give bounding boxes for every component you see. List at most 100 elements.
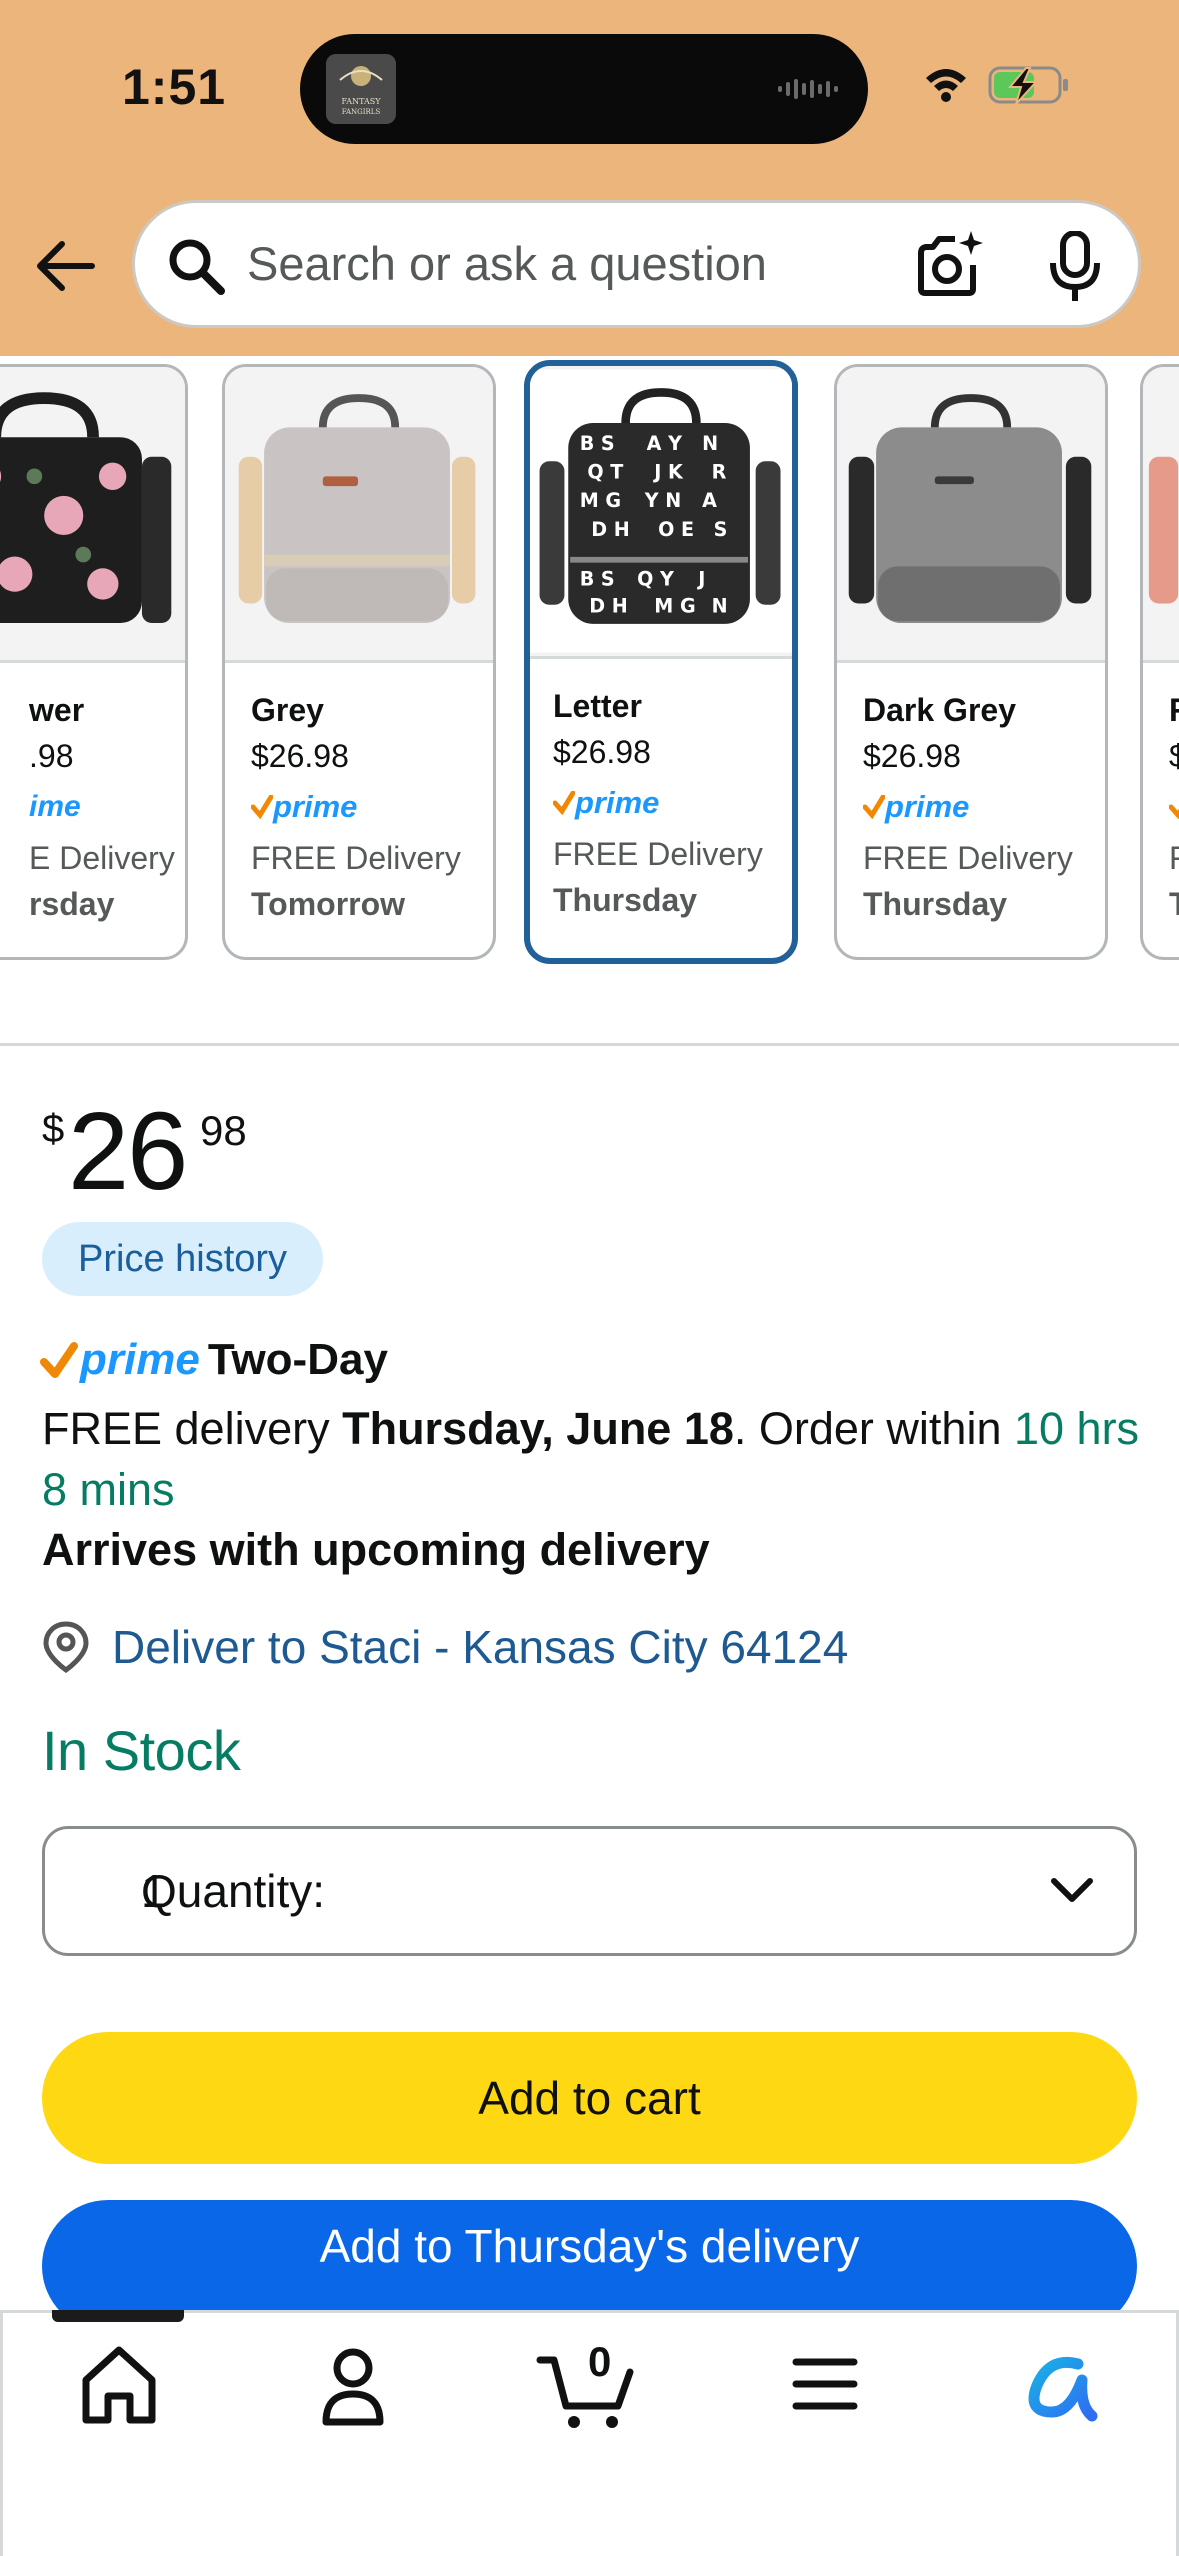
home-tab-icon[interactable] [64,2336,174,2432]
swatch-letter[interactable]: B SA YN Q TJ KR M GY NA D HO ES B SQ YJ … [524,360,798,964]
price-fraction: 98 [200,1107,247,1154]
swatch-name: F [1169,687,1179,733]
swatch-name: Dark Grey [863,692,1016,728]
swatch-day: Thursday [863,886,1008,922]
swatch-name: Letter [553,688,642,724]
prime-logo: prime [80,1335,200,1384]
swatch-dark-grey[interactable]: Dark Grey $26.98 prime FREE Delivery Thu… [834,364,1108,960]
search-input[interactable] [247,203,947,325]
deliver-to-text[interactable]: Deliver to Staci - Kansas City 64124 [112,1620,848,1674]
location-pin-icon [43,1621,89,1674]
swatch-delivery: F [1169,835,1179,881]
active-tab-indicator [52,2310,184,2322]
swatch-image [0,367,185,663]
prime-check-icon [863,795,885,819]
account-tab-icon[interactable] [298,2336,408,2432]
swatch-image [1143,367,1179,663]
prime-check-icon [40,1342,78,1378]
swatch-day: rsday [29,886,115,922]
quantity-value: 1 [141,1865,167,1917]
fantasy-fangirls-logo: FANTASY FANGIRLS [326,54,396,124]
svg-text:J: J [696,568,705,591]
dynamic-island: FANTASY FANGIRLS [300,34,868,144]
swatch-image: B SA YN Q TJ KR M GY NA D HO ES B SQ YJ … [530,366,792,659]
status-time: 1:51 [122,59,227,115]
svg-text:FANGIRLS: FANGIRLS [342,108,381,116]
search-bar[interactable] [132,200,1141,328]
rufus-ai-icon[interactable] [1008,2336,1118,2432]
product-page: 1:51 FANTASY FANGIRLS Search or ask a qu… [0,0,1179,2556]
svg-text:Q Y: Q Y [637,568,675,591]
prime-logo: prime [863,779,1073,835]
svg-text:B S: B S [580,568,615,591]
svg-text:M G: M G [580,489,621,512]
back-arrow-icon[interactable] [34,236,98,296]
prime-logo: ime [29,790,81,823]
svg-text:D H: D H [589,594,628,617]
svg-text:D H: D H [591,518,630,541]
svg-text:A Y: A Y [647,432,683,455]
swatch-delivery: E Delivery [29,840,175,876]
delivery-date: Thursday, June 18 [342,1403,734,1454]
svg-text:A: A [702,489,717,512]
swatch-price: $26.98 [251,738,349,774]
prime-check-icon [1169,804,1179,819]
header: 1:51 FANTASY FANGIRLS [0,0,1179,356]
swatch-grey[interactable]: Grey $26.98 prime FREE Delivery Tomorrow [222,364,496,960]
swatch-name: Grey [251,692,324,728]
swatch-price: $26.98 [553,734,651,770]
prime-check-icon [553,791,575,815]
swatch-image [837,367,1105,663]
audio-wave-icon [778,79,838,99]
search-icon [169,239,225,295]
chevron-down-icon [1051,1878,1093,1902]
svg-text:FANTASY: FANTASY [341,97,381,106]
quantity-label: Quantity: [141,1865,326,1917]
delivery-message: FREE delivery Thursday, June 18. Order w… [42,1403,1140,1515]
swatch-delivery: FREE Delivery [251,840,461,876]
svg-text:O E: O E [658,518,694,541]
microphone-icon[interactable] [1043,231,1107,303]
prime-check-icon [251,795,273,819]
swatch-day: Thursday [553,882,698,918]
swatch-price: .98 [29,738,74,774]
swatch-name: wer [29,692,85,728]
swatch-next[interactable]: F $ F T [1140,364,1179,960]
svg-text:Q T: Q T [587,460,623,483]
deliver-to-link[interactable]: Deliver to Staci - Kansas City 64124 [42,1612,848,1682]
menu-tab-icon[interactable] [770,2336,880,2432]
price-history-button[interactable]: Price history [42,1222,324,1296]
svg-text:N: N [712,594,728,617]
prime-two-day: prime Two-Day [40,1330,388,1390]
svg-text:B S: B S [580,432,615,455]
variant-carousel[interactable]: wer .98 ime E Delivery rsday Grey $26.98… [0,356,1179,996]
svg-text:S: S [714,518,728,541]
prime-logo [1169,779,1179,835]
prime-logo: prime [553,775,763,831]
swatch-price: $ [1169,733,1179,779]
swatch-image [225,367,493,663]
stock-status: In Stock [42,1719,241,1782]
swatch-delivery: FREE Delivery [553,836,763,872]
arrives-note: Arrives with upcoming delivery [42,1524,710,1575]
quantity-select[interactable]: Quantity: 1 [42,1826,1137,1956]
delivery-speed: Two-Day [207,1335,388,1384]
swatch-delivery: FREE Delivery [863,840,1073,876]
svg-text:J K: J K [652,460,684,483]
svg-text:Y N: Y N [644,489,681,512]
swatch-price: $26.98 [863,738,961,774]
price-whole: 26 [68,1090,188,1213]
swatch-day: T [1169,881,1179,927]
add-to-cart-button[interactable]: Add to cart [42,2032,1137,2164]
swatch-day: Tomorrow [251,886,406,922]
section-divider [0,1043,1179,1046]
svg-text:M G: M G [654,594,695,617]
swatch-flower[interactable]: wer .98 ime E Delivery rsday [0,364,188,960]
svg-text:R: R [712,460,727,483]
price-currency: $ [42,1107,65,1151]
wifi-battery-icons [926,66,1068,105]
prime-logo: prime [251,779,461,835]
svg-text:N: N [702,432,718,455]
camera-lens-icon[interactable] [913,229,985,301]
cart-count: 0 [588,2338,612,2385]
